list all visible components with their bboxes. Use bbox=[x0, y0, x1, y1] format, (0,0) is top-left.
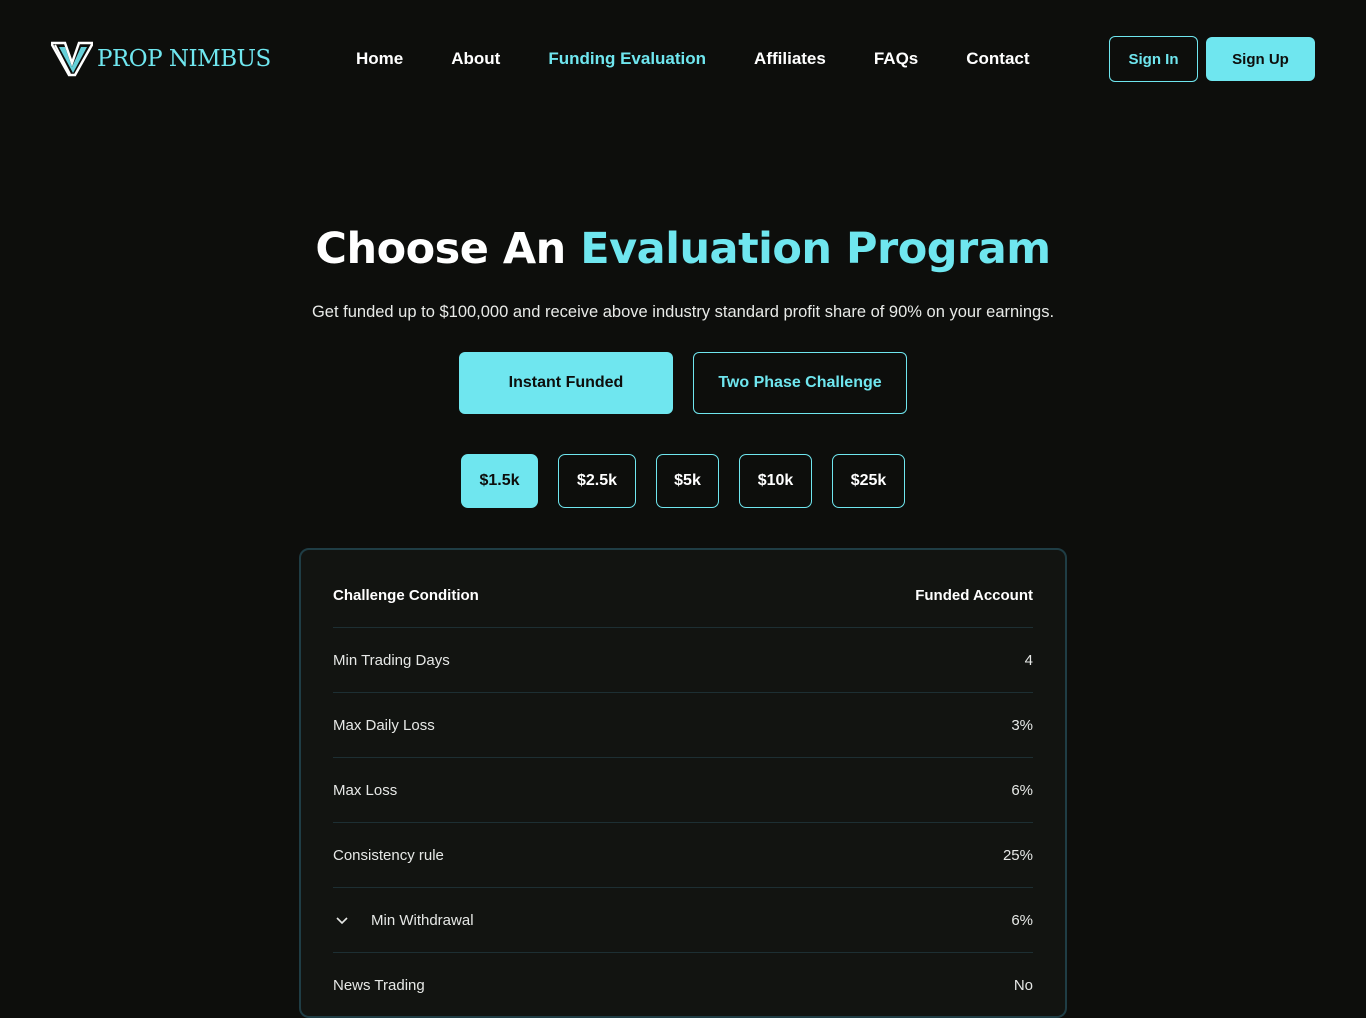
nav-contact[interactable]: Contact bbox=[966, 48, 1029, 70]
table-header: Challenge Condition Funded Account bbox=[333, 563, 1033, 628]
table-row-expandable[interactable]: Min Withdrawal 6% bbox=[333, 888, 1033, 953]
nav-funding-evaluation[interactable]: Funding Evaluation bbox=[548, 48, 706, 70]
header-funded-account: Funded Account bbox=[915, 586, 1033, 604]
header-challenge-condition: Challenge Condition bbox=[333, 586, 479, 604]
table-row: Max Daily Loss 3% bbox=[333, 693, 1033, 758]
row-value: 25% bbox=[1002, 846, 1033, 864]
table-row: Min Trading Days 4 bbox=[333, 628, 1033, 693]
title-accent: Evaluation Program bbox=[580, 224, 1051, 274]
row-value: No bbox=[1013, 977, 1033, 994]
sign-up-button[interactable]: Sign Up bbox=[1206, 37, 1315, 81]
page-title: Choose An Evaluation Program bbox=[0, 220, 1366, 278]
row-value: 6% bbox=[1011, 911, 1033, 929]
program-instant-funded-button[interactable]: Instant Funded bbox=[459, 352, 673, 414]
size-5k-button[interactable]: $5k bbox=[656, 454, 719, 508]
nimbus-logo-icon bbox=[51, 41, 93, 77]
size-1-5k-button[interactable]: $1.5k bbox=[461, 454, 538, 508]
brand-name: PROP NIMBUS bbox=[97, 46, 271, 72]
conditions-card: Challenge Condition Funded Account Min T… bbox=[299, 548, 1067, 1018]
site-header: PROP NIMBUS Home About Funding Evaluatio… bbox=[0, 0, 1366, 118]
chevron-down-icon[interactable] bbox=[335, 913, 349, 927]
row-label: Max Loss bbox=[333, 781, 398, 799]
size-10k-button[interactable]: $10k bbox=[739, 454, 812, 508]
row-label: News Trading bbox=[333, 977, 425, 994]
sign-in-button[interactable]: Sign In bbox=[1109, 36, 1198, 82]
row-label: Consistency rule bbox=[333, 846, 444, 864]
row-value: 6% bbox=[1011, 781, 1033, 799]
size-25k-button[interactable]: $25k bbox=[832, 454, 905, 508]
main-nav: Home About Funding Evaluation Affiliates… bbox=[356, 48, 1078, 70]
table-row: News Trading No bbox=[333, 953, 1033, 1018]
row-value: 4 bbox=[1024, 651, 1033, 669]
title-plain: Choose An bbox=[315, 224, 566, 274]
page-subtitle: Get funded up to $100,000 and receive ab… bbox=[311, 303, 1055, 321]
size-2-5k-button[interactable]: $2.5k bbox=[558, 454, 636, 508]
program-two-phase-button[interactable]: Two Phase Challenge bbox=[693, 352, 907, 414]
nav-home[interactable]: Home bbox=[356, 48, 403, 70]
nav-about[interactable]: About bbox=[451, 48, 500, 70]
row-label: Max Daily Loss bbox=[333, 716, 435, 734]
row-label-wrap: Min Withdrawal bbox=[333, 912, 474, 929]
nav-faqs[interactable]: FAQs bbox=[874, 48, 918, 70]
row-value: 3% bbox=[1011, 716, 1033, 734]
brand-logo[interactable]: PROP NIMBUS bbox=[51, 40, 271, 78]
table-row: Max Loss 6% bbox=[333, 758, 1033, 823]
table-row: Consistency rule 25% bbox=[333, 823, 1033, 888]
row-label: Min Withdrawal bbox=[371, 911, 474, 929]
row-label: Min Trading Days bbox=[333, 651, 450, 669]
nav-affiliates[interactable]: Affiliates bbox=[754, 48, 826, 70]
